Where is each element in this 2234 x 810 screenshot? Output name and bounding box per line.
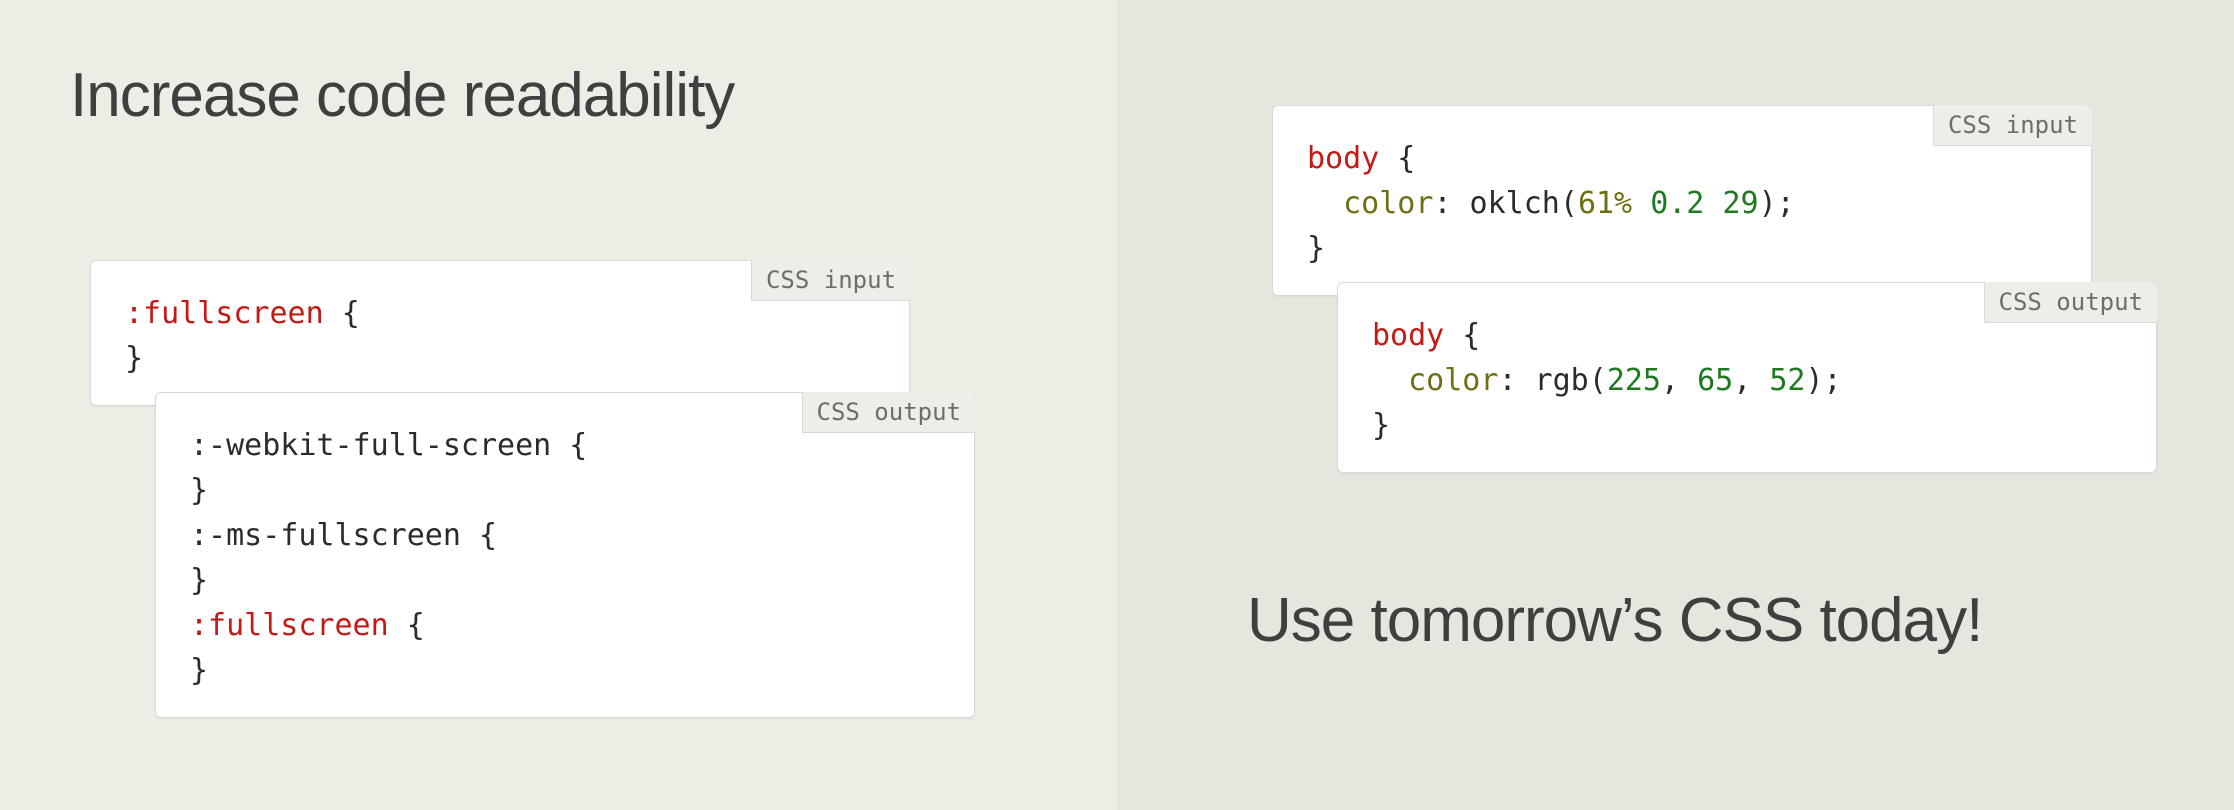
readability-css-input-code: :fullscreen { } [125, 291, 875, 381]
css-output-badge: CSS output [802, 392, 976, 433]
readability-css-output-code: :-webkit-full-screen { } :-ms-fullscreen… [190, 423, 940, 693]
css-input-badge: CSS input [751, 260, 910, 301]
future-css-output-box: CSS output body { color: rgb(225, 65, 52… [1337, 282, 2157, 473]
future-css-heading: Use tomorrow’s CSS today! [1247, 585, 1982, 656]
readability-css-output-box: CSS output :-webkit-full-screen { } :-ms… [155, 392, 975, 718]
readability-panel: Increase code readability CSS input :ful… [0, 0, 1117, 810]
future-css-input-code: body { color: oklch(61% 0.2 29); } [1307, 136, 2057, 271]
css-output-badge: CSS output [1984, 282, 2158, 323]
future-css-output-code: body { color: rgb(225, 65, 52); } [1372, 313, 2122, 448]
readability-code-area: CSS input :fullscreen { } CSS output :-w… [90, 260, 975, 718]
future-code-area: CSS input body { color: oklch(61% 0.2 29… [1272, 105, 2157, 473]
readability-css-input-box: CSS input :fullscreen { } [90, 260, 910, 406]
css-input-badge: CSS input [1933, 105, 2092, 146]
readability-heading: Increase code readability [70, 60, 734, 131]
future-css-panel: CSS input body { color: oklch(61% 0.2 29… [1117, 0, 2234, 810]
future-css-input-box: CSS input body { color: oklch(61% 0.2 29… [1272, 105, 2092, 296]
